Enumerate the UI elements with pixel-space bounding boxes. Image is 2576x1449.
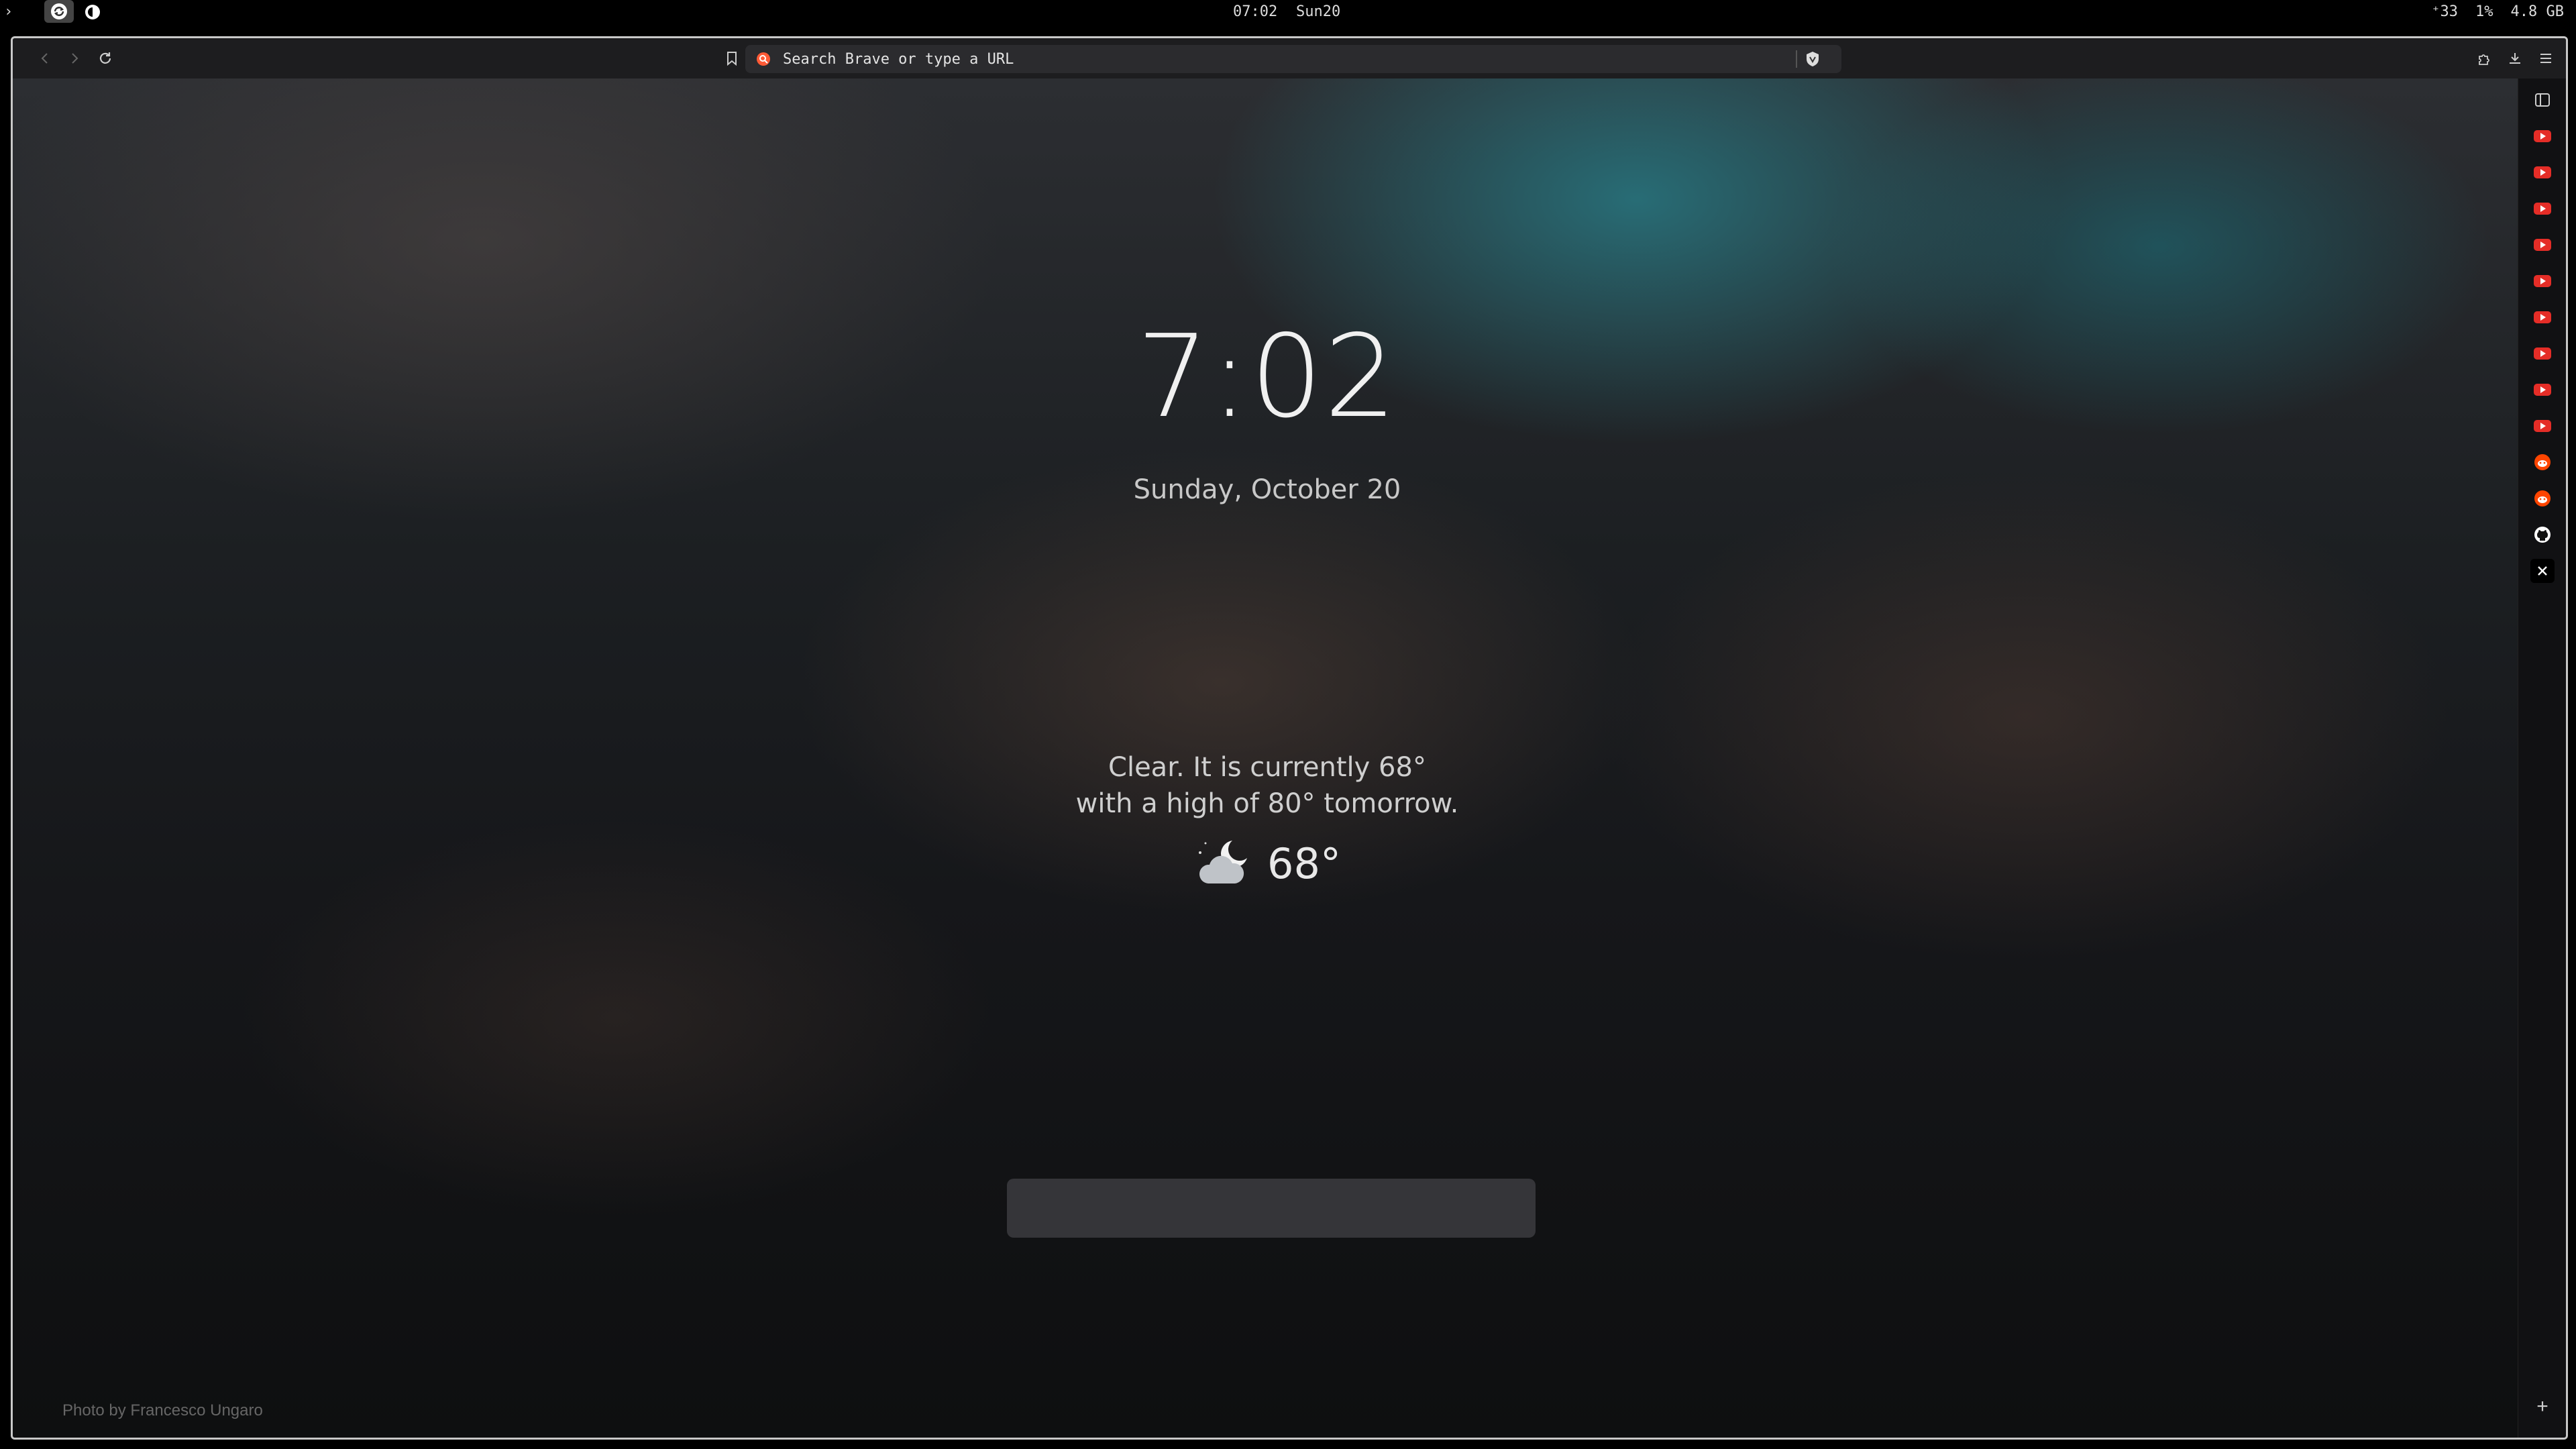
brave-shield-icon[interactable] [1804, 50, 1821, 68]
workspace-button[interactable] [83, 3, 102, 21]
half-moon-icon [85, 5, 100, 19]
downloads-icon[interactable] [2503, 46, 2527, 70]
weather-line-2: with a high of 80° tomorrow. [1075, 788, 1459, 819]
bookmark-button[interactable] [720, 46, 744, 70]
bar-arrow: › [4, 3, 13, 20]
weather-temperature: 68° [1267, 839, 1341, 888]
weather-line-1: Clear. It is currently 68° [1108, 752, 1426, 783]
menu-icon[interactable] [2534, 46, 2558, 70]
address-bar[interactable]: Search Brave or type a URL [745, 45, 1841, 73]
weather-summary: Clear. It is currently 68° with a high o… [13, 749, 2522, 822]
reddit-icon[interactable] [2530, 450, 2555, 474]
reddit-icon[interactable] [2530, 486, 2555, 511]
newtab-search-box[interactable] [1007, 1179, 1536, 1238]
bookmark-icon [727, 52, 737, 66]
youtube-icon[interactable] [2530, 305, 2555, 329]
newtab-clock: 7:02 [1136, 311, 1398, 443]
youtube-icon[interactable] [2530, 124, 2555, 148]
youtube-icon[interactable] [2530, 160, 2555, 184]
browser-toolbar: Search Brave or type a URL [13, 38, 2566, 78]
toolbar-actions [2472, 46, 2558, 70]
github-icon[interactable] [2530, 523, 2555, 547]
chevron-right-icon [72, 53, 78, 64]
status-memory: 4.8 GB [2510, 3, 2564, 20]
address-bar-placeholder: Search Brave or type a URL [783, 50, 1014, 68]
brave-search-icon [755, 50, 772, 68]
youtube-icon[interactable] [2530, 197, 2555, 221]
workspace-logo-icon [51, 3, 67, 19]
add-sidebar-item-button[interactable]: + [2530, 1395, 2555, 1419]
youtube-icon[interactable] [2530, 414, 2555, 438]
moon-cloud-icon [1199, 841, 1248, 883]
system-top-bar: › 07:02 Sun20 ⁺33 1% 4.8 GB [0, 0, 2576, 24]
youtube-icon[interactable] [2530, 233, 2555, 257]
system-status: ⁺33 1% 4.8 GB [2431, 3, 2564, 20]
back-button[interactable] [33, 46, 57, 70]
workspace-button-active[interactable] [44, 0, 74, 23]
reload-icon [99, 52, 111, 64]
system-day: Sun20 [1296, 3, 1341, 20]
photo-credit[interactable]: Photo by Francesco Ungaro [62, 1401, 263, 1420]
sidebar-toggle-icon[interactable] [2530, 88, 2555, 112]
browser-window: Search Brave or type a URL 7:02 Sunday, … [11, 36, 2568, 1440]
status-updates: ⁺33 [2431, 3, 2459, 20]
status-cpu: 1% [2475, 3, 2493, 20]
newtab-date: Sunday, October 20 [1133, 474, 1401, 505]
youtube-icon[interactable] [2530, 378, 2555, 402]
system-clock: 07:02 [1233, 3, 1278, 20]
reload-button[interactable] [93, 46, 117, 70]
address-divider [1796, 50, 1797, 68]
new-tab-page: 7:02 Sunday, October 20 Clear. It is cur… [13, 78, 2522, 1438]
youtube-icon[interactable] [2530, 269, 2555, 293]
youtube-icon[interactable] [2530, 341, 2555, 366]
extensions-icon[interactable] [2472, 46, 2496, 70]
x-icon[interactable] [2530, 559, 2555, 583]
chevron-left-icon [41, 53, 48, 64]
sidebar: + [2518, 78, 2566, 1438]
weather-current: 68° [13, 837, 2522, 890]
forward-button[interactable] [62, 46, 87, 70]
